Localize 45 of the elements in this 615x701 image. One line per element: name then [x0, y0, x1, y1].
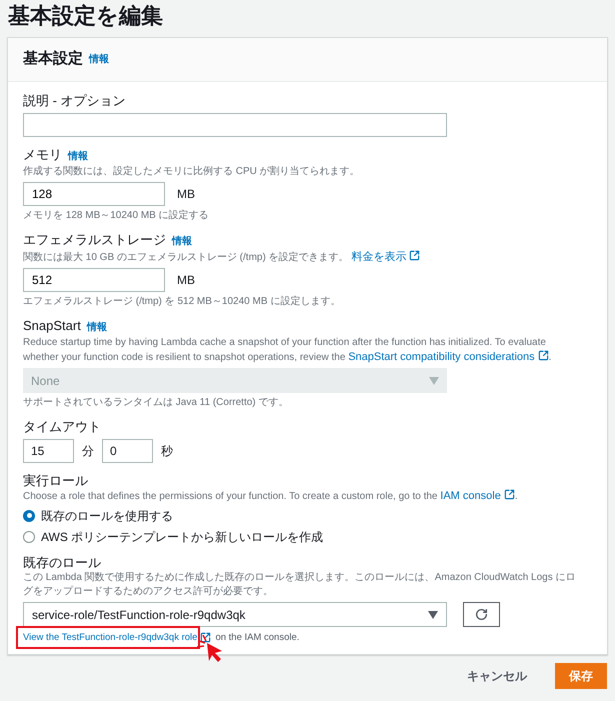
dropdown-caret-icon: [429, 376, 439, 384]
radio-option[interactable]: AWS ポリシーテンプレートから新しいロールを作成: [23, 528, 592, 545]
description-link[interactable]: IAM console: [440, 490, 515, 502]
field-label: SnapStart: [23, 317, 81, 334]
info-link[interactable]: 情報: [68, 148, 88, 165]
field-label: 説明 - オプション: [23, 92, 126, 109]
refresh-button[interactable]: [463, 602, 500, 627]
radio-button[interactable]: [23, 510, 35, 522]
external-link-icon: [200, 632, 212, 643]
minutes-input[interactable]: 15: [23, 439, 74, 463]
field-label: タイムアウト: [23, 418, 101, 435]
dropdown-caret-icon: [428, 610, 438, 618]
description-link[interactable]: 料金を表示: [351, 251, 420, 263]
field-description: 関数には最大 10 GB のエフェメラルストレージ (/tmp) を設定できます。 料金を表示: [23, 250, 592, 265]
field-description: 作成する関数には、設定したメモリに比例する CPU が割り当てられます。: [23, 165, 361, 179]
field-description: Choose a role that defines the permissions of your function. To create a custom role, go to the IAM console .: [23, 489, 519, 504]
seconds-input[interactable]: 0: [102, 439, 153, 463]
info-link[interactable]: 情報: [172, 233, 192, 250]
radio-option[interactable]: 既存のロールを使用する: [23, 507, 592, 524]
field-description: Reduce startup time by having Lambda cache a snapshot of your function after the function has initialized. To evaluate whether your function code is resilient to snapshot operations, review the SnapStart compatibility considerations .: [23, 336, 552, 365]
save-button[interactable]: 保存: [555, 663, 607, 689]
cancel-button[interactable]: キャンセル: [463, 663, 531, 689]
field-label: エフェメラルストレージ: [23, 231, 166, 248]
view-role-link[interactable]: View the TestFunction-role-r9qdw3qk role: [23, 632, 198, 643]
number-input[interactable]: 512: [23, 268, 165, 292]
refresh-icon: [475, 608, 488, 621]
unit-label: MB: [177, 272, 195, 289]
unit-label: MB: [177, 186, 195, 203]
page-title: 基本設定を編集: [7, 2, 164, 30]
field-label: メモリ: [23, 146, 62, 163]
info-link[interactable]: 情報: [89, 52, 109, 67]
unit-label: 秒: [161, 443, 173, 460]
card-title: 基本設定: [23, 49, 83, 70]
field-hint: サポートされているランタイムは Java 11 (Corretto) です。: [23, 396, 290, 409]
unit-label: 分: [82, 443, 94, 460]
radio-button[interactable]: [23, 530, 35, 542]
field-description: この Lambda 関数で使用するために作成した既存のロールを選択します。このロールには、Amazon CloudWatch Logs にログをアップロードするためのアクセス許可が必要です。: [23, 571, 576, 599]
field-label: 既存のロール: [23, 554, 101, 571]
link-suffix: on the IAM console.: [215, 631, 300, 644]
description-input[interactable]: [23, 113, 447, 137]
field-label: 実行ロール: [23, 472, 88, 489]
field-hint: エフェメラルストレージ (/tmp) を 512 MB～10240 MB に設定します。: [23, 295, 342, 308]
number-input[interactable]: 128: [23, 182, 165, 206]
select-field[interactable]: service-role/TestFunction-role-r9qdw3qk: [23, 602, 447, 627]
field-hint: メモリを 128 MB～10240 MB に設定する: [23, 209, 210, 222]
